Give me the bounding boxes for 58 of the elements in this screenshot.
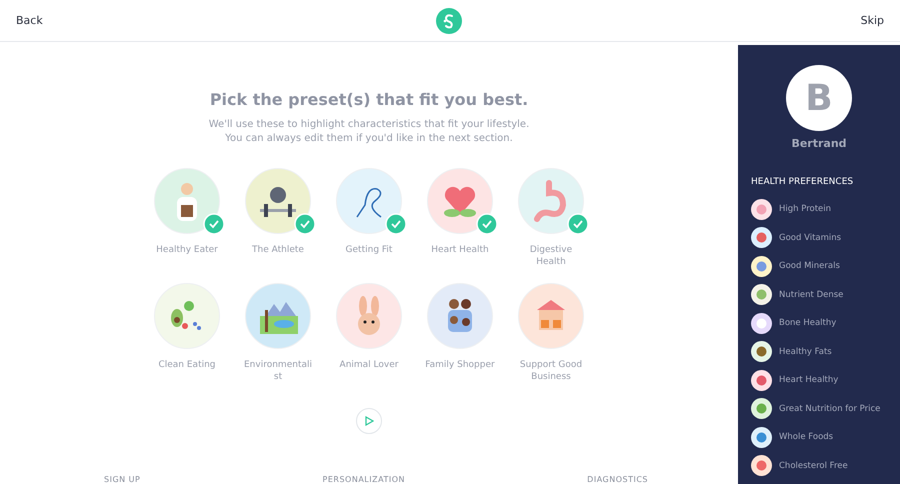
- step-label: SIGN UP: [104, 475, 140, 484]
- preset-label: Getting Fit: [344, 244, 394, 256]
- preference-icon: [751, 455, 772, 476]
- logo-icon: [436, 8, 462, 34]
- profile-name: Bertrand: [791, 137, 847, 150]
- preference-icon: [751, 198, 772, 220]
- check-icon: [567, 213, 589, 235]
- preference-icon: [751, 341, 772, 362]
- preference-label: Bone Healthy: [779, 318, 836, 328]
- check-icon: [294, 213, 316, 235]
- preset-option[interactable]: Animal Lover: [324, 283, 414, 386]
- preference-label: Great Nutrition for Price: [779, 404, 880, 414]
- preset-label: Digestive Health: [528, 244, 574, 268]
- preset-option[interactable]: Clean Eating: [142, 283, 232, 386]
- preset-option[interactable]: Healthy Eater: [142, 168, 232, 271]
- preference-label: High Protein: [779, 204, 832, 214]
- preset-label: The Athlete: [251, 244, 305, 256]
- preset-label: Healthy Eater: [155, 244, 219, 256]
- preset-option[interactable]: The Athlete: [232, 168, 324, 271]
- preference-icon: [751, 426, 772, 448]
- check-icon: [203, 213, 225, 235]
- skip-link[interactable]: Skip: [860, 14, 884, 27]
- preference-icon: [751, 284, 772, 306]
- preference-label: Nutrient Dense: [779, 290, 844, 300]
- preference-label: Heart Healthy: [779, 375, 838, 386]
- back-link[interactable]: Back: [16, 14, 43, 27]
- section-heading: HEALTH PREFERENCES: [751, 177, 854, 187]
- preset-label: Heart Health: [430, 244, 490, 256]
- preference-label: Good Minerals: [779, 261, 840, 272]
- preference-icon: [751, 398, 772, 420]
- preference-label: Cholesterol Free: [779, 460, 848, 471]
- preset-option[interactable]: Getting Fit: [324, 168, 414, 271]
- step-label: DIAGNOSTICS: [587, 475, 648, 484]
- preset-option[interactable]: Environmentali st: [232, 283, 324, 386]
- next-button[interactable]: [356, 408, 382, 434]
- preset-label: Environmentali st: [243, 359, 313, 383]
- preset-label: Clean Eating: [157, 359, 217, 371]
- preference-label: Good Vitamins: [779, 232, 842, 243]
- preference-icon: [751, 370, 772, 391]
- avatar: B: [786, 65, 852, 131]
- preference-icon: [751, 227, 772, 248]
- play-icon: [364, 416, 374, 426]
- preset-label: Family Shopper: [424, 359, 496, 371]
- preset-label: Animal Lover: [338, 359, 400, 371]
- preference-label: Healthy Fats: [779, 346, 832, 357]
- page-title: Pick the preset(s) that fit you best.: [210, 90, 528, 109]
- step-label: PERSONALIZATION: [322, 475, 405, 484]
- preset-label: Support Good Business: [518, 359, 584, 383]
- preset-option[interactable]: Support Good Business: [506, 283, 596, 386]
- preference-icon: [751, 312, 772, 334]
- page-subtitle: We'll use these to highlight characteristics that fit your lifestyle. You can always edit them if you'd like in the next section.: [208, 118, 530, 146]
- check-icon: [385, 213, 407, 235]
- check-icon: [476, 213, 498, 235]
- preset-option[interactable]: Family Shopper: [414, 283, 506, 386]
- preference-icon: [751, 256, 772, 277]
- preset-option[interactable]: Heart Health: [414, 168, 506, 271]
- preset-option[interactable]: Digestive Health: [506, 168, 596, 271]
- preference-label: Whole Foods: [779, 432, 834, 442]
